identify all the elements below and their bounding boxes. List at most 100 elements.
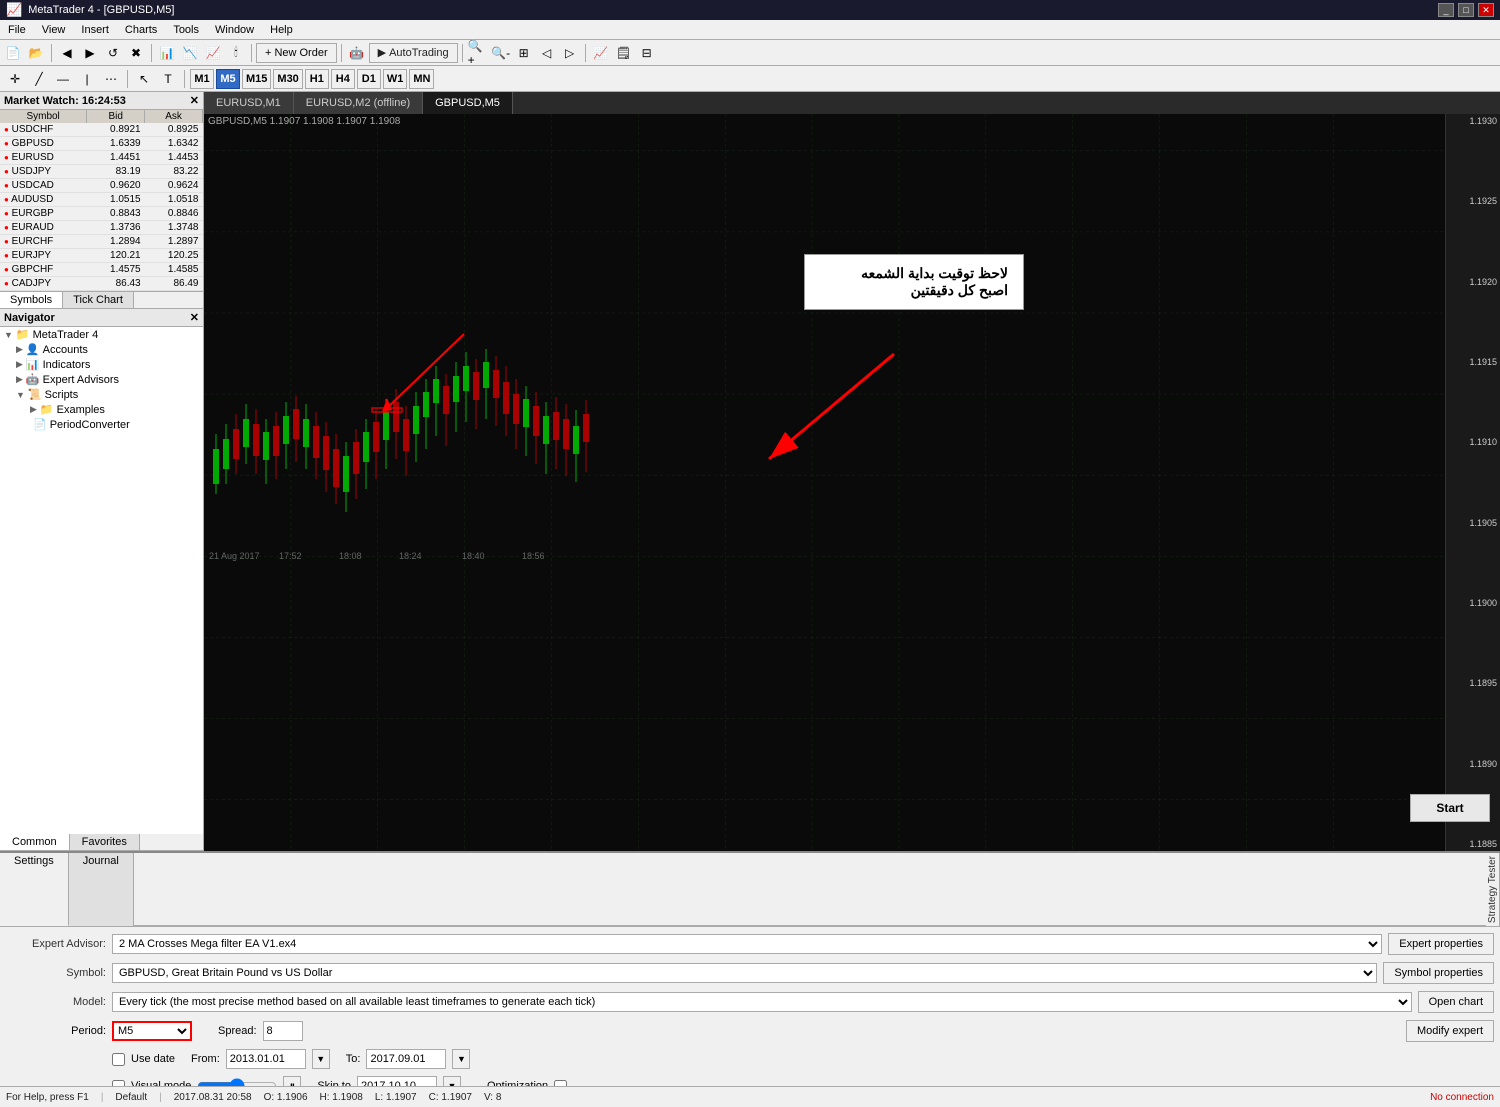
tree-item-indicators[interactable]: ▶📊 Indicators bbox=[0, 357, 203, 372]
text-btn[interactable]: T bbox=[157, 69, 179, 89]
menu-window[interactable]: Window bbox=[207, 22, 262, 38]
chart-properties-btn[interactable]: ⊞ bbox=[513, 43, 535, 63]
expert-properties-btn[interactable]: Expert properties bbox=[1388, 933, 1494, 955]
mw-row[interactable]: ● EURAUD 1.3736 1.3748 bbox=[0, 221, 203, 235]
indicators-btn[interactable]: 📈 bbox=[590, 43, 612, 63]
period-mn[interactable]: MN bbox=[409, 69, 434, 89]
period-h4[interactable]: H4 bbox=[331, 69, 355, 89]
visual-speed-slider[interactable] bbox=[197, 1078, 277, 1086]
open-button[interactable]: 📂 bbox=[25, 43, 47, 63]
menu-file[interactable]: File bbox=[0, 22, 34, 38]
pause-btn[interactable]: ⏸ bbox=[283, 1076, 301, 1086]
back-button[interactable]: ◀ bbox=[56, 43, 78, 63]
next-btn[interactable]: ▷ bbox=[559, 43, 581, 63]
period-h1[interactable]: H1 bbox=[305, 69, 329, 89]
hline-btn[interactable]: — bbox=[52, 69, 74, 89]
tree-item-metatrader-4[interactable]: ▼📁 MetaTrader 4 bbox=[0, 327, 203, 342]
menu-help[interactable]: Help bbox=[262, 22, 301, 38]
model-select[interactable]: Every tick (the most precise method base… bbox=[112, 992, 1412, 1012]
tree-item-examples[interactable]: ▶📁 Examples bbox=[0, 402, 203, 417]
modify-expert-btn[interactable]: Modify expert bbox=[1406, 1020, 1494, 1042]
tree-item-scripts[interactable]: ▼📜 Scripts bbox=[0, 387, 203, 402]
mw-row[interactable]: ● CADJPY 86.43 86.49 bbox=[0, 277, 203, 291]
period-m5[interactable]: M5 bbox=[216, 69, 240, 89]
bar-btn[interactable]: 📈 bbox=[202, 43, 224, 63]
candle-btn[interactable]: 🕯 bbox=[225, 43, 247, 63]
mw-row[interactable]: ● GBPCHF 1.4575 1.4585 bbox=[0, 263, 203, 277]
mw-row[interactable]: ● AUDUSD 1.0515 1.0518 bbox=[0, 193, 203, 207]
to-calendar-btn[interactable]: ▼ bbox=[452, 1049, 470, 1069]
new-order-button[interactable]: + New Order bbox=[256, 43, 337, 63]
period-w1[interactable]: W1 bbox=[383, 69, 408, 89]
stop-button[interactable]: ✖ bbox=[125, 43, 147, 63]
zoom-in-btn[interactable]: 🔍+ bbox=[467, 43, 489, 63]
tab-symbols[interactable]: Symbols bbox=[0, 292, 63, 308]
title-bar-controls[interactable]: _ □ ✕ bbox=[1438, 3, 1494, 17]
tree-item-accounts[interactable]: ▶👤 Accounts bbox=[0, 342, 203, 357]
from-calendar-btn[interactable]: ▼ bbox=[312, 1049, 330, 1069]
period-select[interactable]: M5 bbox=[112, 1021, 192, 1041]
minimize-button[interactable]: _ bbox=[1438, 3, 1454, 17]
menu-charts[interactable]: Charts bbox=[117, 22, 165, 38]
mw-row[interactable]: ● EURCHF 1.2894 1.2897 bbox=[0, 235, 203, 249]
tab-tick-chart[interactable]: Tick Chart bbox=[63, 292, 134, 308]
menu-view[interactable]: View bbox=[34, 22, 74, 38]
skip-calendar-btn[interactable]: ▼ bbox=[443, 1076, 461, 1086]
nav-tab-favorites[interactable]: Favorites bbox=[70, 834, 140, 850]
mw-bid: 86.43 bbox=[87, 277, 145, 291]
menu-tools[interactable]: Tools bbox=[165, 22, 207, 38]
menu-insert[interactable]: Insert bbox=[73, 22, 117, 38]
mw-row[interactable]: ● USDJPY 83.19 83.22 bbox=[0, 165, 203, 179]
period-m30[interactable]: M30 bbox=[273, 69, 302, 89]
expert-icon[interactable]: 🤖 bbox=[346, 43, 368, 63]
open-chart-btn[interactable]: Open chart bbox=[1418, 991, 1494, 1013]
from-input[interactable] bbox=[226, 1049, 306, 1069]
auto-trading-button[interactable]: ▶ AutoTrading bbox=[369, 43, 458, 63]
sep5 bbox=[462, 44, 463, 62]
fib-btn[interactable]: ⋯ bbox=[100, 69, 122, 89]
to-input[interactable] bbox=[366, 1049, 446, 1069]
mw-row[interactable]: ● EURUSD 1.4451 1.4453 bbox=[0, 151, 203, 165]
nav-tab-common[interactable]: Common bbox=[0, 834, 70, 850]
line-btn[interactable]: 📉 bbox=[179, 43, 201, 63]
new-button[interactable]: 📄 bbox=[2, 43, 24, 63]
chart-icon-btn[interactable]: 📊 bbox=[156, 43, 178, 63]
chart-tab-eurusd-m1[interactable]: EURUSD,M1 bbox=[204, 92, 294, 114]
ea-select[interactable]: 2 MA Crosses Mega filter EA V1.ex4 bbox=[112, 934, 1382, 954]
bottom-tab-journal[interactable]: Journal bbox=[69, 853, 134, 926]
mw-row[interactable]: ● GBPUSD 1.6339 1.6342 bbox=[0, 137, 203, 151]
tpl-btn[interactable]: 🗒 bbox=[613, 43, 635, 63]
forward-button[interactable]: ▶ bbox=[79, 43, 101, 63]
optimization-checkbox[interactable] bbox=[554, 1080, 567, 1086]
period-d1[interactable]: D1 bbox=[357, 69, 381, 89]
chart-tab-gbpusd-m5[interactable]: GBPUSD,M5 bbox=[423, 92, 513, 114]
vline-btn[interactable]: | bbox=[76, 69, 98, 89]
period-sep-btn[interactable]: ⊟ bbox=[636, 43, 658, 63]
prev-btn[interactable]: ◁ bbox=[536, 43, 558, 63]
mw-row[interactable]: ● USDCHF 0.8921 0.8925 bbox=[0, 123, 203, 137]
refresh-button[interactable]: ↺ bbox=[102, 43, 124, 63]
zoom-out-btn[interactable]: 🔍- bbox=[490, 43, 512, 63]
visual-mode-checkbox[interactable] bbox=[112, 1080, 125, 1086]
arrow-btn[interactable]: ↖ bbox=[133, 69, 155, 89]
tree-item-periodconverter[interactable]: 📄 PeriodConverter bbox=[0, 417, 203, 432]
period-m15[interactable]: M15 bbox=[242, 69, 271, 89]
symbol-properties-btn[interactable]: Symbol properties bbox=[1383, 962, 1494, 984]
line-draw-btn[interactable]: ╱ bbox=[28, 69, 50, 89]
close-button[interactable]: ✕ bbox=[1478, 3, 1494, 17]
skip-to-input[interactable] bbox=[357, 1076, 437, 1086]
period-m1[interactable]: M1 bbox=[190, 69, 214, 89]
mw-row[interactable]: ● EURGBP 0.8843 0.8846 bbox=[0, 207, 203, 221]
spread-input[interactable] bbox=[263, 1021, 303, 1041]
market-watch-close[interactable]: ✕ bbox=[190, 94, 199, 107]
use-date-checkbox[interactable] bbox=[112, 1053, 125, 1066]
symbol-select[interactable]: GBPUSD, Great Britain Pound vs US Dollar bbox=[112, 963, 1377, 983]
navigator-close[interactable]: ✕ bbox=[190, 311, 199, 324]
mw-row[interactable]: ● EURJPY 120.21 120.25 bbox=[0, 249, 203, 263]
chart-tab-eurusd-m2[interactable]: EURUSD,M2 (offline) bbox=[294, 92, 423, 114]
crosshair-btn[interactable]: ✛ bbox=[4, 69, 26, 89]
maximize-button[interactable]: □ bbox=[1458, 3, 1474, 17]
tree-item-expert-advisors[interactable]: ▶🤖 Expert Advisors bbox=[0, 372, 203, 387]
mw-row[interactable]: ● USDCAD 0.9620 0.9624 bbox=[0, 179, 203, 193]
bottom-tab-settings[interactable]: Settings bbox=[0, 853, 69, 926]
